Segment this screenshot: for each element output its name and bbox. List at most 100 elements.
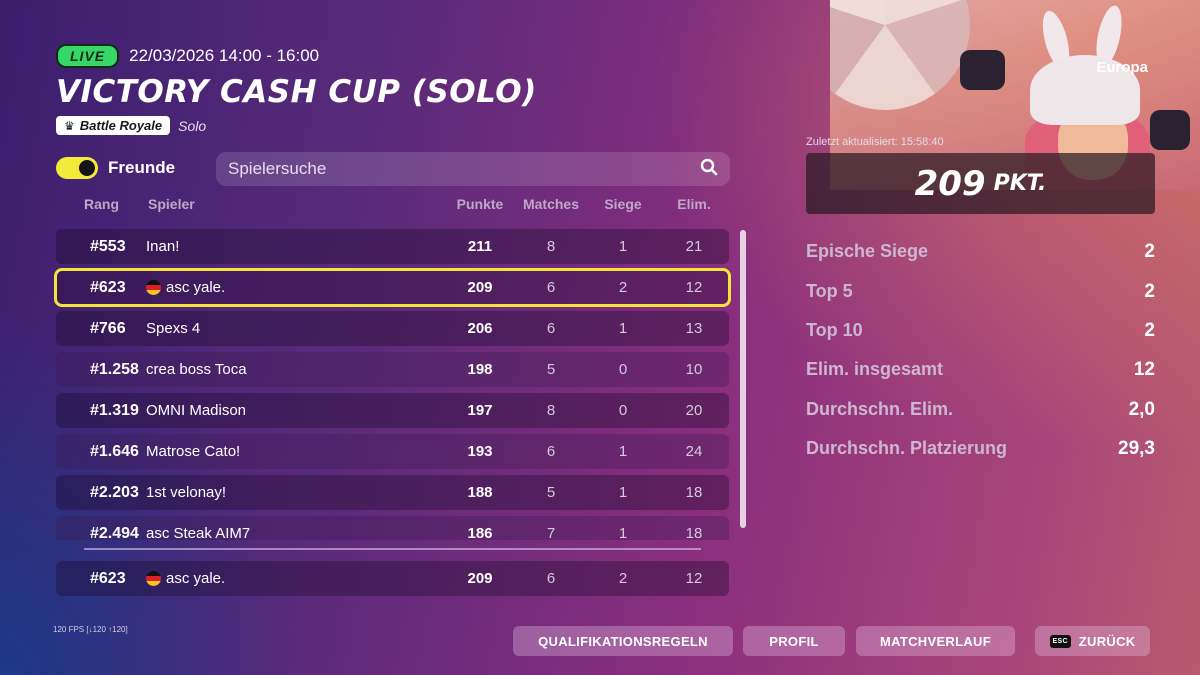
row-elims: 21 xyxy=(685,238,703,255)
stat-row: Durchschn. Platzierung 29,3 xyxy=(806,438,1155,460)
row-points: 198 xyxy=(467,361,493,378)
stat-row: Epische Siege 2 xyxy=(806,241,1155,263)
stat-value: 2 xyxy=(1144,281,1155,302)
row-wins: 1 xyxy=(618,525,628,540)
match-history-button[interactable]: MATCHVERLAUF xyxy=(856,626,1015,656)
button-label: PROFIL xyxy=(769,633,819,649)
leaderboard-row[interactable]: #2.203 1st velonay! 188 5 1 18 xyxy=(56,475,729,510)
stat-label: Top 5 xyxy=(806,281,853,301)
player-name: asc yale. xyxy=(166,570,226,587)
row-matches: 6 xyxy=(546,320,556,337)
total-points-box: 209 PKT. xyxy=(806,153,1155,214)
player-name: asc Steak AIM7 xyxy=(146,525,251,540)
row-elims: 10 xyxy=(685,361,703,378)
row-points: 209 xyxy=(467,279,493,296)
stat-row: Elim. insgesamt 12 xyxy=(806,359,1155,381)
leaderboard-row[interactable]: #1.319 OMNI Madison 197 8 0 20 xyxy=(56,393,729,428)
germany-flag-icon xyxy=(146,280,161,295)
row-player: Spexs 4 xyxy=(146,320,200,337)
row-elims: 20 xyxy=(685,402,703,419)
row-matches: 5 xyxy=(546,361,556,378)
row-points: 206 xyxy=(467,320,493,337)
scrollbar-thumb[interactable] xyxy=(740,230,746,528)
row-player: OMNI Madison xyxy=(146,402,246,419)
row-rank: #623 xyxy=(90,278,126,296)
leaderboard-row[interactable]: #2.494 asc Steak AIM7 186 7 1 18 xyxy=(56,516,729,540)
player-name: Spexs 4 xyxy=(146,320,201,337)
row-rank: #1.319 xyxy=(90,401,139,419)
row-wins: 1 xyxy=(618,320,628,337)
row-wins: 1 xyxy=(618,484,628,501)
stat-label: Durchschn. Platzierung xyxy=(806,438,1008,458)
row-matches: 8 xyxy=(546,238,556,255)
row-player: Inan! xyxy=(146,238,179,255)
leaderboard-list: #553 Inan! 211 8 1 21 #623 asc yale. 209… xyxy=(0,0,760,540)
stat-value: 2 xyxy=(1144,320,1155,341)
stat-label: Durchschn. Elim. xyxy=(806,399,954,419)
row-matches: 6 xyxy=(546,279,556,296)
row-player: crea boss Toca xyxy=(146,361,247,378)
row-points: 211 xyxy=(467,238,493,255)
row-rank: #766 xyxy=(90,319,126,337)
stat-row: Top 5 2 xyxy=(806,281,1155,303)
esc-key-icon: ESC xyxy=(1049,634,1071,648)
row-rank: #1.646 xyxy=(90,442,139,460)
leaderboard-row-highlighted[interactable]: #623 asc yale. 209 6 2 12 xyxy=(54,268,731,307)
row-rank: #623 xyxy=(90,569,126,587)
row-rank: #2.494 xyxy=(90,524,139,541)
row-player: asc Steak AIM7 xyxy=(146,525,250,540)
germany-flag-icon xyxy=(146,571,161,586)
row-player: asc yale. xyxy=(146,570,225,587)
last-updated: Zuletzt aktualisiert: 15:58:40 xyxy=(806,136,944,148)
qualification-rules-button[interactable]: QUALIFIKATIONSREGELN xyxy=(513,626,733,656)
row-elims: 18 xyxy=(685,484,703,501)
stat-row: Top 10 2 xyxy=(806,320,1155,342)
total-points-unit: PKT. xyxy=(993,171,1047,196)
row-matches: 7 xyxy=(546,525,556,540)
leaderboard-row[interactable]: #553 Inan! 211 8 1 21 xyxy=(56,229,729,264)
row-points: 209 xyxy=(467,570,493,587)
leaderboard-row[interactable]: #766 Spexs 4 206 6 1 13 xyxy=(56,311,729,346)
row-elims: 12 xyxy=(685,279,703,296)
row-rank: #2.203 xyxy=(90,483,139,501)
row-wins: 0 xyxy=(618,361,628,378)
row-elims: 18 xyxy=(685,525,703,540)
player-name: crea boss Toca xyxy=(146,361,247,378)
fps-counter: 120 FPS [↓120 ↑120] xyxy=(53,625,128,634)
total-points-value: 209 xyxy=(914,163,986,204)
row-rank: #1.258 xyxy=(90,360,139,378)
row-matches: 5 xyxy=(546,484,556,501)
pinned-player-row[interactable]: #623 asc yale. 209 6 2 12 xyxy=(56,561,729,596)
row-matches: 8 xyxy=(546,402,556,419)
stat-label: Epische Siege xyxy=(806,241,929,261)
row-player: asc yale. xyxy=(146,279,225,296)
row-wins: 1 xyxy=(618,443,628,460)
player-name: OMNI Madison xyxy=(146,402,247,419)
leaderboard-row[interactable]: #1.258 crea boss Toca 198 5 0 10 xyxy=(56,352,729,387)
character-glove-right xyxy=(1150,110,1190,150)
stat-value: 2,0 xyxy=(1128,399,1155,420)
row-matches: 6 xyxy=(546,443,556,460)
player-name: asc yale. xyxy=(166,279,226,296)
row-wins: 2 xyxy=(618,570,628,587)
row-wins: 0 xyxy=(618,402,628,419)
leaderboard-row[interactable]: #1.646 Matrose Cato! 193 6 1 24 xyxy=(56,434,729,469)
row-points: 193 xyxy=(467,443,493,460)
button-label: QUALIFIKATIONSREGELN xyxy=(538,633,708,649)
row-player: Matrose Cato! xyxy=(146,443,240,460)
row-points: 186 xyxy=(467,525,493,540)
row-elims: 24 xyxy=(685,443,703,460)
list-divider xyxy=(84,548,701,550)
button-label: MATCHVERLAUF xyxy=(880,633,991,649)
player-name: Inan! xyxy=(146,238,180,255)
profile-button[interactable]: PROFIL xyxy=(743,626,845,656)
row-points: 188 xyxy=(467,484,493,501)
stat-label: Elim. insgesamt xyxy=(806,359,944,379)
back-button[interactable]: ESC ZURÜCK xyxy=(1035,626,1150,656)
row-wins: 1 xyxy=(618,238,628,255)
player-name: Matrose Cato! xyxy=(146,443,241,460)
character-glove-left xyxy=(960,50,1005,90)
row-rank: #553 xyxy=(90,237,126,255)
region-label: Europa xyxy=(1096,59,1148,76)
row-wins: 2 xyxy=(618,279,628,296)
